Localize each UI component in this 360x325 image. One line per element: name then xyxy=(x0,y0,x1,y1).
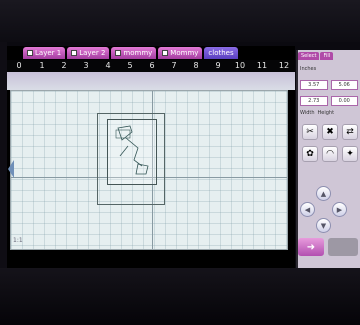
design-object[interactable] xyxy=(107,119,157,185)
zoom-label: 1:1 xyxy=(13,237,23,244)
tab-mommy[interactable]: mommy xyxy=(111,47,157,59)
ruler-tick: 11 xyxy=(256,61,268,70)
width-label: Width xyxy=(300,110,315,116)
tab-mommy-2[interactable]: Mommy xyxy=(158,47,203,59)
shadow-icon[interactable]: ◠ xyxy=(322,146,338,162)
arrow-right-icon[interactable]: ▶ xyxy=(332,202,347,217)
x-field[interactable]: 2.73 xyxy=(300,96,328,106)
panel-tabs: Select Fill xyxy=(298,52,334,60)
device-bezel-left xyxy=(0,42,7,268)
next-button[interactable]: ➜ xyxy=(298,238,324,256)
direction-pad: ▲ ◀ ▶ ▼ xyxy=(300,186,347,233)
tab-label: Layer 1 xyxy=(35,49,62,57)
arrow-down-icon[interactable]: ▼ xyxy=(316,218,331,233)
unit-label[interactable]: Inches xyxy=(300,66,316,72)
device-bezel-bottom xyxy=(0,268,360,325)
group-icon[interactable]: ✿ xyxy=(302,146,318,162)
arrow-left-icon[interactable]: ◀ xyxy=(300,202,315,217)
unit-row: Inches xyxy=(300,66,358,72)
ruler-tick: 4 xyxy=(105,61,111,70)
delete-icon[interactable]: ✖ xyxy=(322,124,338,140)
canvas-top-area xyxy=(7,72,295,90)
weld-icon[interactable]: ✂ xyxy=(302,124,318,140)
height-label: Height xyxy=(317,110,335,116)
ruler-tick: 10 xyxy=(234,61,246,70)
tab-layer-1[interactable]: Layer 1 xyxy=(23,47,66,59)
tab-label: Layer 2 xyxy=(79,49,106,57)
ruler-tick: 0 xyxy=(16,61,22,70)
figure-icon[interactable]: ✦ xyxy=(342,146,358,162)
layer-tab-bar: Layer 1 Layer 2 mommy Mommy clothes xyxy=(7,46,295,60)
tab-layer-2[interactable]: Layer 2 xyxy=(67,47,110,59)
size-row: 3.57 5.06 xyxy=(300,80,358,90)
ruler-tick: 2 xyxy=(61,61,67,70)
checkbox-icon[interactable] xyxy=(162,50,169,56)
arrow-up-icon[interactable]: ▲ xyxy=(316,186,331,201)
design-canvas[interactable]: 1:1 xyxy=(10,90,288,250)
checkbox-icon[interactable] xyxy=(27,50,33,56)
ruler-tick: 5 xyxy=(127,61,133,70)
y-field[interactable]: 0.00 xyxy=(330,96,358,106)
tab-label: Mommy xyxy=(170,49,199,57)
ruler-tick: 9 xyxy=(215,61,221,70)
tab-label: mommy xyxy=(123,49,153,57)
scroll-left-icon[interactable] xyxy=(8,160,14,178)
ruler-tick: 6 xyxy=(149,61,155,70)
tab-clothes[interactable]: clothes xyxy=(204,47,238,59)
ruler-tick: 3 xyxy=(83,61,89,70)
checkbox-icon[interactable] xyxy=(71,50,78,56)
checkbox-icon[interactable] xyxy=(115,50,122,56)
height-field[interactable]: 5.06 xyxy=(330,80,358,90)
label-row: Width Height xyxy=(300,110,358,116)
figure-drawing-icon xyxy=(115,125,149,175)
device-bezel-top xyxy=(0,0,360,42)
arrow-right-icon: ➜ xyxy=(306,241,316,253)
secondary-button[interactable] xyxy=(328,238,358,256)
tab-select[interactable]: Select xyxy=(298,52,320,60)
ruler-tick: 8 xyxy=(193,61,199,70)
ruler-tick: 1 xyxy=(39,61,45,70)
ruler-tick: 7 xyxy=(171,61,177,70)
position-row: 2.73 0.00 xyxy=(300,96,358,106)
tab-label: clothes xyxy=(208,49,234,57)
horizontal-ruler: 0 1 2 3 4 5 6 7 8 9 10 11 12 xyxy=(7,60,295,72)
tab-fill[interactable]: Fill xyxy=(320,52,334,60)
width-field[interactable]: 3.57 xyxy=(300,80,328,90)
ruler-tick: 12 xyxy=(278,61,290,70)
flip-icon[interactable]: ⇄ xyxy=(342,124,358,140)
